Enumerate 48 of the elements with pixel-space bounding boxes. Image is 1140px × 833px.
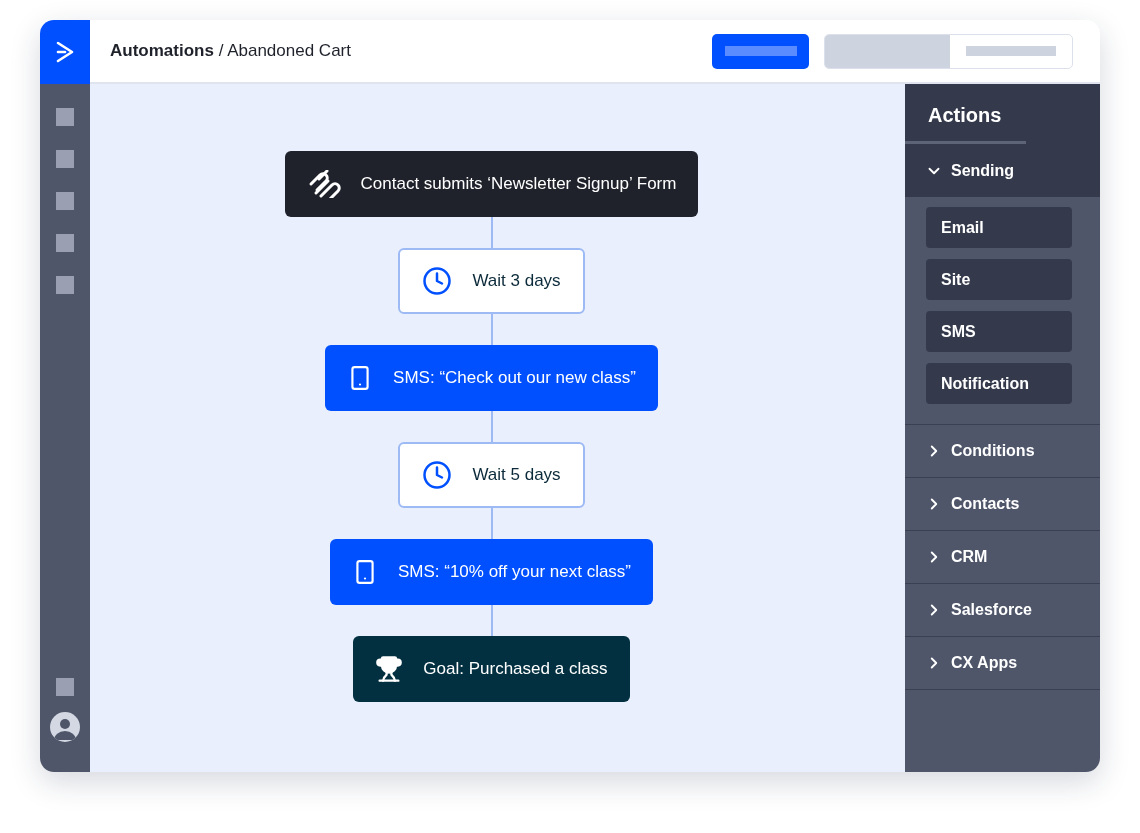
- clock-icon: [422, 460, 453, 490]
- section-header[interactable]: Sending: [905, 144, 1100, 197]
- section-header[interactable]: CX Apps: [905, 637, 1100, 690]
- nav-square-icon[interactable]: [56, 678, 74, 696]
- section-header[interactable]: Contacts: [905, 478, 1100, 531]
- nav-square-icon[interactable]: [56, 108, 74, 126]
- breadcrumb: Automations / Abandoned Cart: [110, 41, 352, 61]
- section-label: Salesforce: [951, 601, 1032, 619]
- sms-step[interactable]: SMS: “Check out our new class”: [325, 345, 658, 411]
- wait-step[interactable]: Wait 5 days: [398, 442, 585, 508]
- connector-line: [490, 314, 493, 345]
- step-label: Wait 5 days: [472, 465, 561, 485]
- step-label: Wait 3 days: [472, 271, 561, 291]
- segmented-control[interactable]: [824, 33, 1073, 69]
- primary-button[interactable]: [712, 33, 809, 69]
- nav-square-icon[interactable]: [56, 234, 74, 252]
- action-item[interactable]: SMS: [926, 311, 1072, 352]
- trophy-icon: [375, 655, 404, 683]
- action-item[interactable]: Email: [926, 207, 1072, 248]
- clock-icon: [422, 266, 453, 296]
- section-label: CRM: [951, 548, 988, 566]
- section-header[interactable]: Conditions: [905, 425, 1100, 478]
- section-label: Sending: [951, 161, 1015, 180]
- section-label: Conditions: [951, 442, 1035, 460]
- section-header[interactable]: Salesforce: [905, 584, 1100, 637]
- action-item[interactable]: Site: [926, 259, 1072, 300]
- connector-line: [490, 605, 493, 636]
- nav-square-icon[interactable]: [56, 150, 74, 168]
- connector-line: [490, 217, 493, 248]
- nav-square-icon[interactable]: [56, 192, 74, 210]
- wait-step[interactable]: Wait 3 days: [398, 248, 585, 314]
- step-label: Goal: Purchased a class: [423, 659, 608, 679]
- step-label: Contact submits ‘Newsletter Signup’ Form: [360, 174, 677, 194]
- connector-line: [490, 411, 493, 442]
- trigger-step[interactable]: Contact submits ‘Newsletter Signup’ Form: [284, 151, 699, 217]
- section-label: CX Apps: [951, 654, 1018, 672]
- goal-step[interactable]: Goal: Purchased a class: [353, 636, 630, 702]
- section-label: Contacts: [951, 495, 1020, 513]
- action-item[interactable]: Notification: [926, 363, 1072, 404]
- connector-line: [490, 508, 493, 539]
- nav-square-icon[interactable]: [56, 276, 74, 294]
- sms-step[interactable]: SMS: “10% off your next class”: [329, 539, 654, 605]
- chevron-logo-icon: [56, 41, 74, 63]
- avatar-icon[interactable]: [50, 712, 80, 742]
- step-label: SMS: “10% off your next class”: [397, 562, 632, 582]
- logo-tile[interactable]: [40, 20, 90, 84]
- step-label: SMS: “Check out our new class”: [393, 368, 636, 388]
- section-header[interactable]: CRM: [905, 531, 1100, 584]
